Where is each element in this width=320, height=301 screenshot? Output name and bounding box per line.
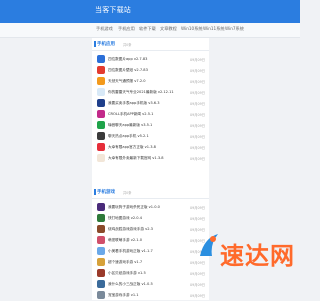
nav-item-win10[interactable]: Win10系统 (181, 26, 203, 32)
games-section: 手机游戏 共0条 我要玩狗子游戏杀死正版 v1.0.0 09月09日 快打地图游戏… (92, 186, 209, 299)
app-icon (97, 99, 105, 107)
nav-item-win11[interactable]: Win11系统 (203, 26, 225, 32)
item-date: 09月09日 (190, 113, 205, 117)
item-title[interactable]: 四位数图片app v2.7.83 (108, 57, 147, 62)
app-icon (97, 88, 105, 96)
item-title[interactable]: 绕鸡战胜游戏游戏手游 v2.3 (108, 227, 153, 232)
list-item[interactable]: 小美看手机游戏正版 v1.1.7 09月09日 (92, 246, 209, 257)
list-item[interactable]: 快打地图游戏 v2.0.4 09月09日 (92, 213, 209, 224)
site-logo[interactable]: 当客下载站 (95, 5, 131, 15)
list-item[interactable]: 我什么的小三战正版 v1.0.5 09月09日 (92, 279, 209, 290)
game-icon (97, 236, 105, 244)
item-title[interactable]: 萌宠联萌手游 v2.1.0 (108, 238, 142, 243)
app-icon (97, 143, 105, 151)
app-icon (97, 121, 105, 129)
item-title[interactable]: 宠宝游戏手游 v1.1 (108, 293, 139, 298)
item-date: 09月09日 (190, 102, 205, 106)
game-icon (97, 247, 105, 255)
top-bar: 当客下载站 (0, 0, 300, 23)
list-item[interactable]: 大幸有限外卖最新下载官网 v1.3.8 09月09日 (92, 153, 209, 164)
list-item[interactable]: 你的雷雷天气专业2021最新版 v2.12.11 09月09日 (92, 87, 209, 98)
item-date: 09月09日 (190, 135, 205, 139)
list-item[interactable]: 天然天气通预报 v7.2.0 09月09日 (92, 76, 209, 87)
nav-item-win7[interactable]: Win7系统 (225, 26, 244, 32)
app-icon (97, 110, 105, 118)
list-item[interactable]: 超个速游戏手游 v1.7 09月09日 (92, 257, 209, 268)
item-title[interactable]: 超个速游戏手游 v1.7 (108, 260, 142, 265)
section-marker (94, 41, 96, 47)
games-section-header: 手机游戏 共0条 (92, 186, 209, 199)
list-item[interactable]: 聊天热点app手机 v5.2.1 09月09日 (92, 131, 209, 142)
apps-section: 手机应用 共0条 四位数图片app v2.7.83 09月09日 四位数图片壁纸 … (92, 38, 209, 162)
list-item[interactable]: 宠宝游戏手游 v1.1 09月09日 (92, 290, 209, 301)
list-item[interactable]: 我要买卖手表app手机版 v3.6.3 09月09日 (92, 98, 209, 109)
item-date: 09月09日 (190, 157, 205, 161)
item-title[interactable]: 大幸有限app官方正版 v1.3.8 (108, 145, 156, 150)
watermark-text: 速达网 (220, 242, 295, 270)
item-title[interactable]: 天然天气通预报 v7.2.0 (108, 79, 146, 84)
item-date: 09月09日 (190, 91, 205, 95)
item-title[interactable]: 小区贝纸游戏手游 v1.5 (108, 271, 146, 276)
item-title[interactable]: 小美看手机游戏正版 v1.1.7 (108, 249, 153, 254)
item-title[interactable]: CROLL手机APP新闻 v2.5.1 (108, 112, 153, 117)
game-icon (97, 280, 105, 288)
app-icon (97, 66, 105, 74)
game-icon (97, 258, 105, 266)
game-icon (97, 291, 105, 299)
item-date: 09月09日 (190, 283, 205, 287)
item-title[interactable]: 我要买卖手表app手机版 v3.6.3 (108, 101, 160, 106)
item-date: 09月09日 (190, 80, 205, 84)
main-nav: 手机游戏 手机应用 软件下载 文章教程 Win10系统 Win11系统 Win7… (0, 23, 300, 38)
games-section-title[interactable]: 手机游戏 (97, 189, 115, 195)
nav-item-articles[interactable]: 文章教程 (160, 26, 177, 32)
apps-section-title[interactable]: 手机应用 (97, 41, 115, 47)
game-icon (97, 269, 105, 277)
item-title[interactable]: 聊天热点app手机 v5.2.1 (108, 134, 149, 139)
item-date: 09月09日 (190, 206, 205, 210)
app-icon (97, 132, 105, 140)
item-date: 09月09日 (190, 146, 205, 150)
list-item[interactable]: 四位数图片app v2.7.83 09月09日 (92, 54, 209, 65)
watermark-logo: 速达网 (198, 230, 294, 270)
item-title[interactable]: 我什么的小三战正版 v1.0.5 (108, 282, 153, 287)
game-icon (97, 225, 105, 233)
nav-item-mobile-apps[interactable]: 手机应用 (118, 26, 135, 32)
list-item[interactable]: 小区贝纸游戏手游 v1.5 09月09日 (92, 268, 209, 279)
list-item[interactable]: 嗨音聊天app最新版 v3.5.1 09月09日 (92, 120, 209, 131)
nav-item-mobile-games[interactable]: 手机游戏 (96, 26, 113, 32)
item-date: 09月09日 (190, 217, 205, 221)
item-title[interactable]: 四位数图片壁纸 v2.7.83 (108, 68, 148, 73)
watermark-mascot-icon (200, 234, 218, 256)
item-date: 09月09日 (190, 272, 205, 276)
item-title[interactable]: 我要玩狗子游戏杀死正版 v1.0.0 (108, 205, 160, 210)
list-item[interactable]: 大幸有限app官方正版 v1.3.8 09月09日 (92, 142, 209, 153)
app-icon (97, 77, 105, 85)
apps-section-header: 手机应用 共0条 (92, 38, 209, 51)
list-item[interactable]: CROLL手机APP新闻 v2.5.1 09月09日 (92, 109, 209, 120)
app-icon (97, 154, 105, 162)
list-item[interactable]: 四位数图片壁纸 v2.7.83 09月09日 (92, 65, 209, 76)
list-item[interactable]: 萌宠联萌手游 v2.1.0 09月09日 (92, 235, 209, 246)
item-title[interactable]: 你的雷雷天气专业2021最新版 v2.12.11 (108, 90, 174, 95)
game-icon (97, 203, 105, 211)
item-title[interactable]: 大幸有限外卖最新下载官网 v1.3.8 (108, 156, 164, 161)
item-date: 09月09日 (190, 294, 205, 298)
game-icon (97, 214, 105, 222)
list-item[interactable]: 我要玩狗子游戏杀死正版 v1.0.0 09月09日 (92, 202, 209, 213)
item-date: 09月09日 (190, 69, 205, 73)
apps-section-count: 共0条 (123, 43, 132, 47)
app-icon (97, 55, 105, 63)
games-section-count: 共0条 (123, 191, 132, 195)
item-date: 09月09日 (190, 58, 205, 62)
item-title[interactable]: 快打地图游戏 v2.0.4 (108, 216, 142, 221)
item-title[interactable]: 嗨音聊天app最新版 v3.5.1 (108, 123, 152, 128)
section-marker (94, 189, 96, 195)
item-date: 09月09日 (190, 124, 205, 128)
nav-item-software[interactable]: 软件下载 (139, 26, 156, 32)
list-item[interactable]: 绕鸡战胜游戏游戏手游 v2.3 09月09日 (92, 224, 209, 235)
